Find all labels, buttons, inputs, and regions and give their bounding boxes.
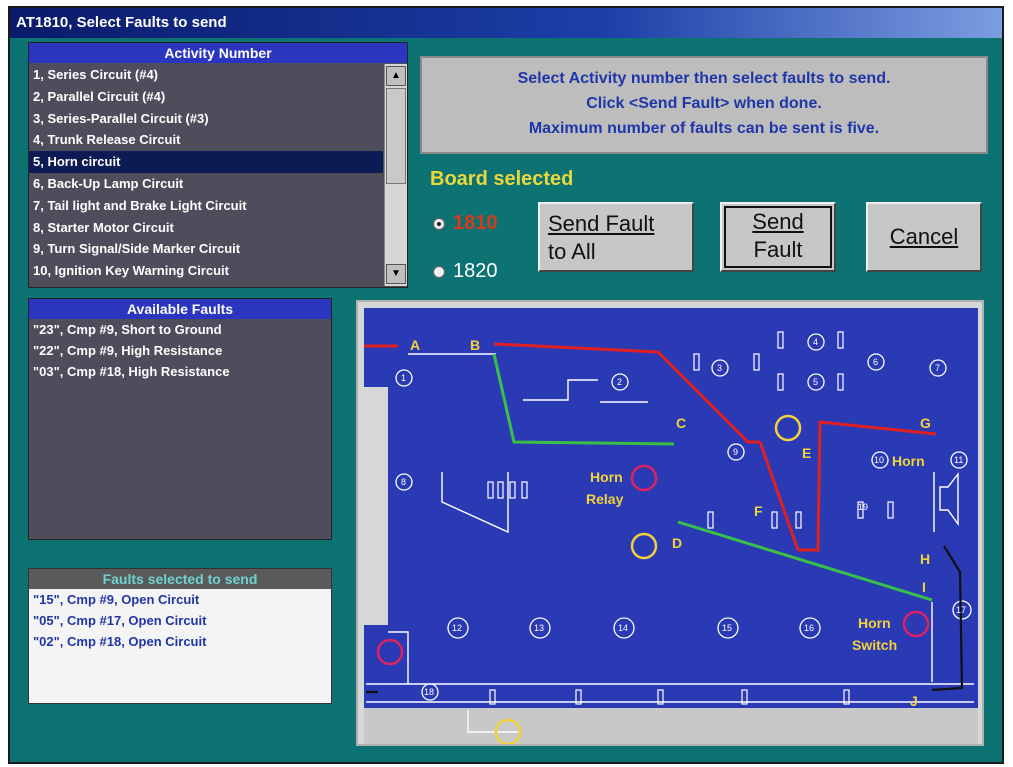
cancel-label: Cancel bbox=[889, 224, 959, 249]
horn-relay-label: Relay bbox=[586, 491, 624, 507]
scroll-down-icon[interactable]: ▼ bbox=[386, 264, 406, 284]
node-label-g: G bbox=[920, 415, 931, 431]
board-1820-label: 1820 bbox=[453, 260, 498, 282]
component-number: 2 bbox=[617, 377, 622, 387]
send-fault-line2: Fault bbox=[753, 237, 803, 262]
send-fault-button[interactable]: Send Fault bbox=[720, 202, 836, 272]
selected-fault-item[interactable]: "15", Cmp #9, Open Circuit bbox=[29, 589, 331, 610]
activity-item[interactable]: 7, Tail light and Brake Light Circuit bbox=[29, 195, 383, 217]
node-label-f: F bbox=[754, 503, 763, 519]
cancel-button[interactable]: Cancel bbox=[866, 202, 982, 272]
instruction-line: Select Activity number then select fault… bbox=[517, 70, 891, 87]
scroll-thumb[interactable] bbox=[386, 88, 406, 184]
selected-fault-item[interactable]: "05", Cmp #17, Open Circuit bbox=[29, 610, 331, 631]
node-label-b: B bbox=[470, 337, 480, 353]
send-fault-line1: Send bbox=[752, 209, 804, 234]
component-number: 13 bbox=[534, 623, 544, 633]
component-number: 17 bbox=[956, 605, 966, 615]
activity-item-selected[interactable]: 5, Horn circuit bbox=[29, 151, 383, 173]
activity-item[interactable]: 1, Series Circuit (#4) bbox=[29, 64, 383, 86]
selected-faults-header: Faults selected to send bbox=[29, 569, 331, 589]
available-faults-header: Available Faults bbox=[29, 299, 331, 319]
component-number: 9 bbox=[733, 447, 738, 457]
component-number: 1 bbox=[401, 373, 406, 383]
activity-list[interactable]: Activity Number 1, Series Circuit (#4) 2… bbox=[28, 42, 408, 288]
send-all-line1: Send Fault bbox=[548, 211, 655, 236]
node-label-c: C bbox=[676, 415, 686, 431]
component-number: 16 bbox=[804, 623, 814, 633]
activity-item[interactable]: 10, Ignition Key Warning Circuit bbox=[29, 260, 383, 282]
activity-items: 1, Series Circuit (#4) 2, Parallel Circu… bbox=[29, 64, 383, 286]
selected-fault-item[interactable]: "02", Cmp #18, Open Circuit bbox=[29, 631, 331, 652]
activity-item[interactable]: 2, Parallel Circuit (#4) bbox=[29, 86, 383, 108]
available-fault-item[interactable]: "22", Cmp #9, High Resistance bbox=[29, 340, 331, 361]
node-label-i: I bbox=[922, 579, 926, 595]
component-number: 7 bbox=[935, 363, 940, 373]
send-fault-to-all-button[interactable]: Send Fault to All bbox=[538, 202, 694, 272]
component-number: 18 bbox=[424, 687, 434, 697]
board-1810-label: 1810 bbox=[453, 212, 498, 234]
selected-faults-list[interactable]: Faults selected to send "15", Cmp #9, Op… bbox=[28, 568, 332, 704]
activity-item[interactable]: 9, Turn Signal/Side Marker Circuit bbox=[29, 238, 383, 260]
component-number: 5 bbox=[813, 377, 818, 387]
instruction-line: Maximum number of faults can be sent is … bbox=[528, 120, 880, 137]
component-number: 15 bbox=[722, 623, 732, 633]
circuit-board-diagram: A B C D E F G H I J Horn Relay Horn Horn… bbox=[356, 300, 984, 746]
window-title: AT1810, Select Faults to send bbox=[10, 8, 1002, 38]
scroll-up-icon[interactable]: ▲ bbox=[386, 66, 406, 86]
node-label-e: E bbox=[802, 445, 811, 461]
component-number: 4 bbox=[813, 337, 818, 347]
radio-unchecked-icon[interactable] bbox=[433, 265, 445, 278]
node-label-d: D bbox=[672, 535, 682, 551]
component-number: 6 bbox=[873, 357, 878, 367]
board-side-panel bbox=[364, 387, 388, 625]
activity-scrollbar[interactable]: ▲ ▼ bbox=[384, 64, 407, 286]
instruction-line: Click <Send Fault> when done. bbox=[586, 95, 822, 112]
available-faults-list[interactable]: Available Faults "23", Cmp #9, Short to … bbox=[28, 298, 332, 540]
available-fault-item[interactable]: "03", Cmp #18, High Resistance bbox=[29, 361, 331, 382]
send-all-line2: to All bbox=[548, 239, 596, 264]
horn-switch-label: Horn bbox=[858, 615, 891, 631]
board-bottom-strip bbox=[364, 708, 978, 744]
circuit-schematic: A B C D E F G H I J Horn Relay Horn Horn… bbox=[364, 308, 978, 744]
component-number: 10 bbox=[874, 455, 884, 465]
component-number: 12 bbox=[452, 623, 462, 633]
component-number: 3 bbox=[717, 363, 722, 373]
component-number: 8 bbox=[401, 477, 406, 487]
radio-checked-icon[interactable] bbox=[433, 217, 445, 230]
activity-header: Activity Number bbox=[29, 43, 407, 63]
instructions-panel: Select Activity number then select fault… bbox=[420, 56, 988, 154]
node-label-a: A bbox=[410, 337, 420, 353]
board-1820-radio[interactable]: 1820 bbox=[433, 260, 498, 283]
horn-label: Horn bbox=[892, 453, 925, 469]
activity-item[interactable]: 8, Starter Motor Circuit bbox=[29, 217, 383, 239]
horn-relay-label: Horn bbox=[590, 469, 623, 485]
activity-item[interactable]: 3, Series-Parallel Circuit (#3) bbox=[29, 108, 383, 130]
board-1810-radio[interactable]: 1810 bbox=[433, 212, 498, 235]
activity-item[interactable]: 6, Back-Up Lamp Circuit bbox=[29, 173, 383, 195]
component-number: 19 bbox=[858, 502, 868, 512]
node-label-h: H bbox=[920, 551, 930, 567]
activity-item[interactable]: 4, Trunk Release Circuit bbox=[29, 129, 383, 151]
node-label-j: J bbox=[910, 693, 918, 709]
board-selected-label: Board selected bbox=[430, 168, 574, 190]
fault-select-window: AT1810, Select Faults to send Activity N… bbox=[8, 6, 1004, 764]
component-number: 14 bbox=[618, 623, 628, 633]
component-number: 11 bbox=[954, 455, 963, 465]
available-fault-item[interactable]: "23", Cmp #9, Short to Ground bbox=[29, 319, 331, 340]
horn-switch-label: Switch bbox=[852, 637, 897, 653]
